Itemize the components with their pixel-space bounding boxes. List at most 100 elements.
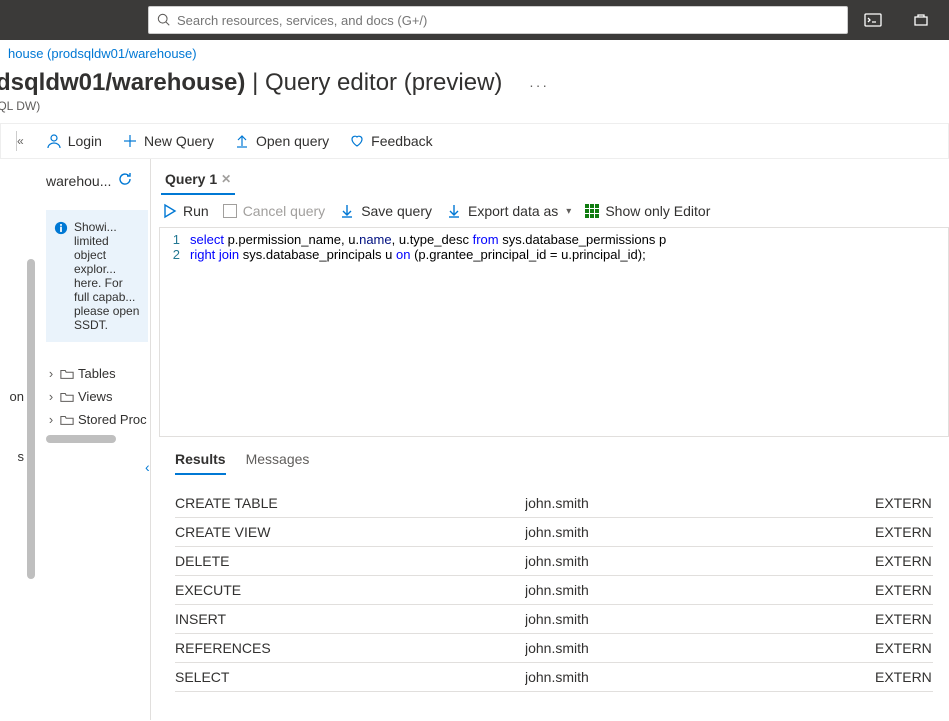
cancel-label: Cancel query: [243, 203, 326, 219]
results-table: CREATE TABLEjohn.smithEXTERNCREATE VIEWj…: [175, 489, 933, 692]
title-sep: |: [245, 69, 265, 96]
cloud-shell-icon[interactable]: [853, 0, 893, 40]
save-label: Save query: [361, 203, 432, 219]
tab-messages[interactable]: Messages: [246, 447, 310, 475]
info-icon: [54, 221, 68, 235]
download-icon: [339, 203, 355, 219]
table-row[interactable]: DELETEjohn.smithEXTERN: [175, 547, 933, 576]
cell-name: john.smith: [525, 640, 875, 656]
feedback-label: Feedback: [371, 133, 432, 149]
cell-name: john.smith: [525, 669, 875, 685]
tree-tables[interactable]: › Tables: [46, 362, 150, 385]
cell-name: john.smith: [525, 553, 875, 569]
chevron-right-icon: ›: [46, 366, 56, 381]
refresh-button[interactable]: [117, 171, 133, 190]
subtitle: y SQL DW): [0, 99, 949, 113]
tree-label: Tables: [78, 366, 116, 381]
cell-name: john.smith: [525, 524, 875, 540]
upload-icon: [234, 133, 250, 149]
open-query-label: Open query: [256, 133, 329, 149]
play-icon: [161, 203, 177, 219]
collapse-icon[interactable]: «: [17, 134, 24, 148]
nav-stub-a[interactable]: on: [10, 389, 24, 404]
refresh-icon: [117, 171, 133, 187]
sql-editor[interactable]: 1 select p.permission_name, u.name, u.ty…: [159, 227, 949, 437]
folder-icon: [60, 390, 74, 404]
feedback-button[interactable]: Feedback: [339, 133, 442, 149]
login-label: Login: [68, 133, 102, 149]
cell-type: EXTERN: [875, 611, 933, 627]
explorer-h-scrollbar[interactable]: [46, 435, 116, 443]
title-wrap: rodsqldw01/warehouse) | Query editor (pr…: [0, 67, 949, 97]
title-resource: rodsqldw01/warehouse): [0, 69, 245, 96]
open-query-button[interactable]: Open query: [224, 133, 339, 149]
chevron-down-icon: ▾: [564, 206, 571, 217]
tab-results[interactable]: Results: [175, 447, 226, 475]
cell-type: EXTERN: [875, 524, 933, 540]
tree-sprocs[interactable]: › Stored Proc: [46, 408, 150, 431]
cell-perm: CREATE VIEW: [175, 524, 525, 540]
command-bar: « Login New Query Open query Feedback: [0, 123, 949, 159]
search-icon: [157, 13, 171, 27]
notifications-icon[interactable]: [901, 0, 941, 40]
top-bar: [0, 0, 949, 40]
left-scrollbar: [24, 159, 38, 720]
explorer-tree: › Tables › Views › Stored Proc: [46, 362, 150, 443]
cell-type: EXTERN: [875, 553, 933, 569]
search-input[interactable]: [177, 13, 839, 28]
breadcrumb: house (prodsqldw01/warehouse): [0, 40, 949, 67]
run-label: Run: [183, 203, 209, 219]
cell-perm: INSERT: [175, 611, 525, 627]
collapse-sidebar-icon[interactable]: ‹: [145, 459, 150, 475]
run-button[interactable]: Run: [161, 203, 209, 219]
close-tab-icon[interactable]: ✕: [221, 172, 231, 186]
results-area: Results Messages CREATE TABLEjohn.smithE…: [151, 437, 949, 692]
table-row[interactable]: EXECUTEjohn.smithEXTERN: [175, 576, 933, 605]
tab-query1[interactable]: Query 1 ✕: [161, 167, 235, 195]
table-row[interactable]: CREATE VIEWjohn.smithEXTERN: [175, 518, 933, 547]
more-icon[interactable]: ···: [509, 77, 549, 93]
export-data-button[interactable]: Export data as ▾: [446, 203, 571, 219]
user-icon: [46, 133, 62, 149]
chevron-right-icon: ›: [46, 389, 56, 404]
chevron-right-icon: ›: [46, 412, 56, 427]
new-query-button[interactable]: New Query: [112, 133, 224, 149]
breadcrumb-link[interactable]: house (prodsqldw01/warehouse): [8, 46, 197, 61]
cell-perm: EXECUTE: [175, 582, 525, 598]
body: on s warehou... Showi... limited object …: [0, 159, 949, 720]
table-row[interactable]: INSERTjohn.smithEXTERN: [175, 605, 933, 634]
stop-icon: [223, 204, 237, 218]
editor-column: ‹ Query 1 ✕ Run Cancel query Save query: [150, 159, 949, 720]
cell-type: EXTERN: [875, 495, 933, 511]
folder-icon: [60, 413, 74, 427]
title-page: Query editor (preview): [265, 69, 502, 96]
table-row[interactable]: REFERENCESjohn.smithEXTERN: [175, 634, 933, 663]
cell-type: EXTERN: [875, 669, 933, 685]
left-nav-stub: on s: [0, 159, 24, 720]
login-button[interactable]: Login: [36, 133, 112, 149]
cell-type: EXTERN: [875, 640, 933, 656]
showonly-label: Show only Editor: [605, 203, 710, 219]
global-search[interactable]: [148, 6, 848, 34]
save-query-button[interactable]: Save query: [339, 203, 432, 219]
download-icon: [446, 203, 462, 219]
gutter: 2: [160, 247, 190, 262]
cell-type: EXTERN: [875, 582, 933, 598]
code-line-1: 1 select p.permission_name, u.name, u.ty…: [160, 232, 948, 247]
tab-label: Query 1: [165, 171, 217, 187]
pin-stub[interactable]: [9, 131, 17, 151]
info-text: Showi... limited object explor... here. …: [74, 220, 140, 332]
table-row[interactable]: CREATE TABLEjohn.smithEXTERN: [175, 489, 933, 518]
scrollbar-thumb[interactable]: [27, 259, 35, 579]
tree-label: Views: [78, 389, 112, 404]
heart-icon: [349, 133, 365, 149]
show-only-editor-button[interactable]: Show only Editor: [585, 203, 710, 219]
object-explorer: warehou... Showi... limited object explo…: [38, 159, 150, 720]
cancel-query-button: Cancel query: [223, 203, 326, 219]
cell-name: john.smith: [525, 582, 875, 598]
table-row[interactable]: SELECTjohn.smithEXTERN: [175, 663, 933, 692]
tree-views[interactable]: › Views: [46, 385, 150, 408]
query-toolbar: Run Cancel query Save query Export data …: [151, 195, 949, 227]
gutter: 1: [160, 232, 190, 247]
cell-name: john.smith: [525, 495, 875, 511]
